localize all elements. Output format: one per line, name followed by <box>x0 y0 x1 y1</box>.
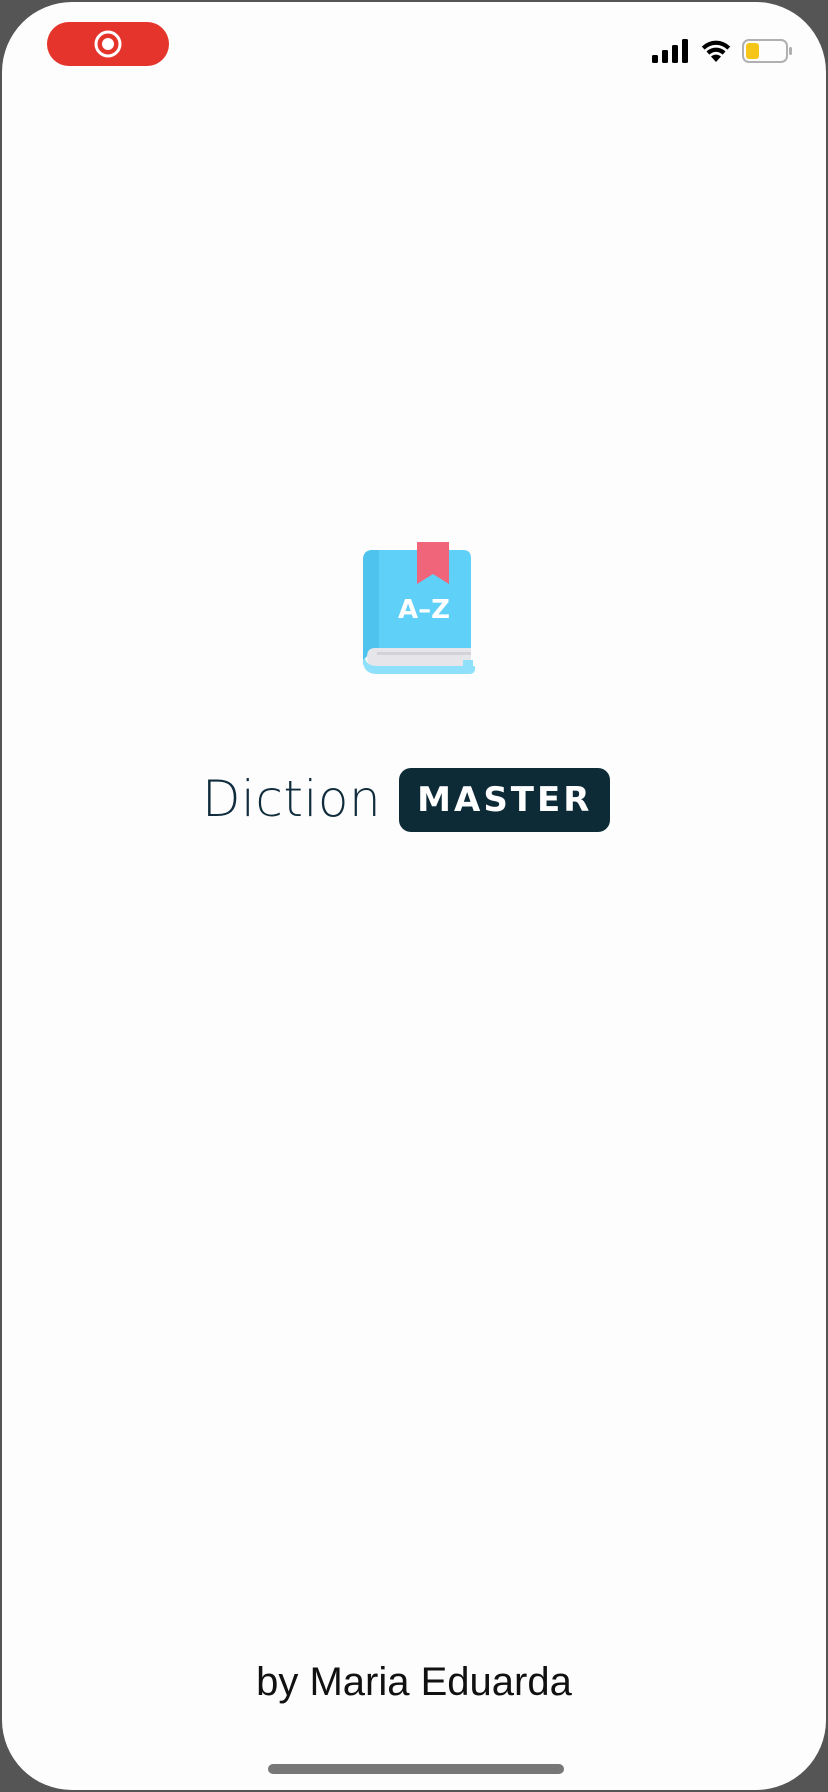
logo-az-text: A–Z <box>398 595 450 625</box>
cellular-signal-icon <box>652 39 690 63</box>
device-frame: A–Z Diction MASTER by Maria Eduarda <box>0 0 828 1792</box>
wifi-icon <box>700 38 732 64</box>
splash-screen: A–Z Diction MASTER by Maria Eduarda <box>2 2 826 1790</box>
dictionary-book-az-icon: A–Z <box>355 542 475 678</box>
status-bar-icons <box>652 38 794 64</box>
screen-record-indicator[interactable] <box>47 22 169 66</box>
battery-low-icon <box>742 39 794 63</box>
brand-word: Diction <box>202 770 382 828</box>
screen-record-icon <box>93 29 123 59</box>
app-brand-logo: Diction MASTER <box>202 767 630 832</box>
home-indicator[interactable] <box>268 1764 564 1774</box>
brand-badge: MASTER <box>399 767 611 832</box>
author-credit: by Maria Eduarda <box>256 1660 572 1704</box>
